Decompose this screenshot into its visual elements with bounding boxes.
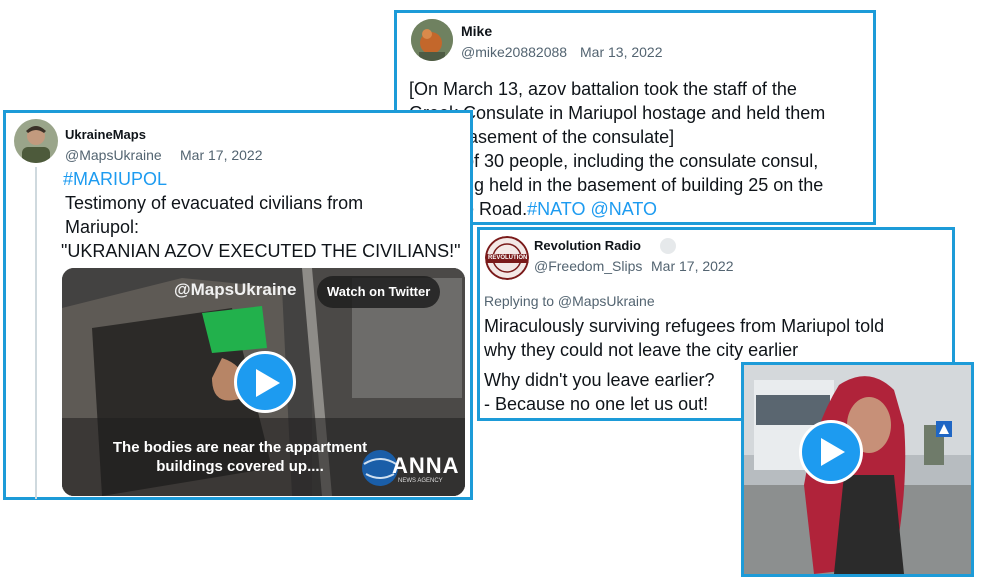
avatar-image — [14, 119, 58, 163]
video-thumbnail-card[interactable] — [741, 362, 974, 577]
video-player[interactable]: @MapsUkraine Watch on Twitter The bodies… — [62, 268, 465, 496]
replying-to[interactable]: Replying to @MapsUkraine — [484, 293, 655, 309]
news-logo: ANNA — [392, 453, 460, 478]
tweet-text: Testimony of evacuated civilians from Ma… — [65, 191, 363, 239]
author-handle[interactable]: @MapsUkraine — [65, 147, 162, 163]
avatar[interactable] — [411, 19, 453, 61]
tweet-date[interactable]: Mar 17, 2022 — [180, 147, 263, 163]
tweet-quote: "UKRANIAN AZOV EXECUTED THE CIVILIANS!" — [61, 241, 461, 261]
verified-icon — [660, 238, 676, 254]
author-name[interactable]: Revolution Radio — [534, 238, 641, 253]
play-button[interactable] — [799, 420, 863, 484]
tweet-line: Mariupol: — [65, 217, 140, 237]
tweet-dialog: Why didn't you leave earlier? - Because … — [484, 368, 715, 416]
tweet-line: why they could not leave the city earlie… — [484, 340, 799, 360]
avatar-image — [411, 19, 453, 61]
tweet-date[interactable]: Mar 17, 2022 — [651, 258, 734, 274]
play-button[interactable] — [234, 351, 296, 413]
play-icon — [821, 438, 845, 466]
hashtag-link[interactable]: #NATO @NATO — [527, 199, 657, 219]
tweet-text: Miraculously surviving refugees from Mar… — [484, 314, 884, 362]
play-icon — [256, 369, 280, 397]
caption-line: The bodies are near the appartment — [112, 439, 368, 456]
tweet-line: - Because no one let us out! — [484, 394, 709, 414]
tweet-card-ukrainemaps: UkraineMaps @MapsUkraine Mar 17, 2022 #M… — [3, 110, 473, 500]
hashtag-link[interactable]: #MARIUPOL — [63, 167, 167, 191]
tweet-line: Miraculously surviving refugees from Mar… — [484, 316, 885, 336]
author-name[interactable]: UkraineMaps — [65, 127, 146, 142]
tweet-line: [On March 13, azov battalion took the st… — [409, 79, 797, 99]
video-watermark: @MapsUkraine — [174, 280, 297, 299]
avatar-label: REVOLUTION — [488, 255, 528, 261]
watch-on-twitter-button[interactable]: Watch on Twitter — [317, 276, 441, 308]
tweet-date[interactable]: Mar 13, 2022 — [580, 44, 663, 60]
author-handle[interactable]: @Freedom_Slips — [534, 258, 642, 274]
news-logo-subtitle: NEWS AGENCY — [398, 478, 443, 484]
thread-line — [35, 167, 37, 499]
author-name[interactable]: Mike — [461, 23, 492, 39]
video-caption: The bodies are near the appartment build… — [80, 438, 400, 476]
avatar[interactable] — [14, 119, 58, 163]
avatar[interactable]: REVOLUTION — [485, 236, 529, 280]
author-handle[interactable]: @mike20882088 — [461, 44, 567, 60]
tweet-line: Why didn't you leave earlier? — [484, 370, 715, 390]
tweet-line: Testimony of evacuated civilians from — [65, 193, 364, 213]
caption-line: buildings covered up.... — [156, 458, 324, 475]
